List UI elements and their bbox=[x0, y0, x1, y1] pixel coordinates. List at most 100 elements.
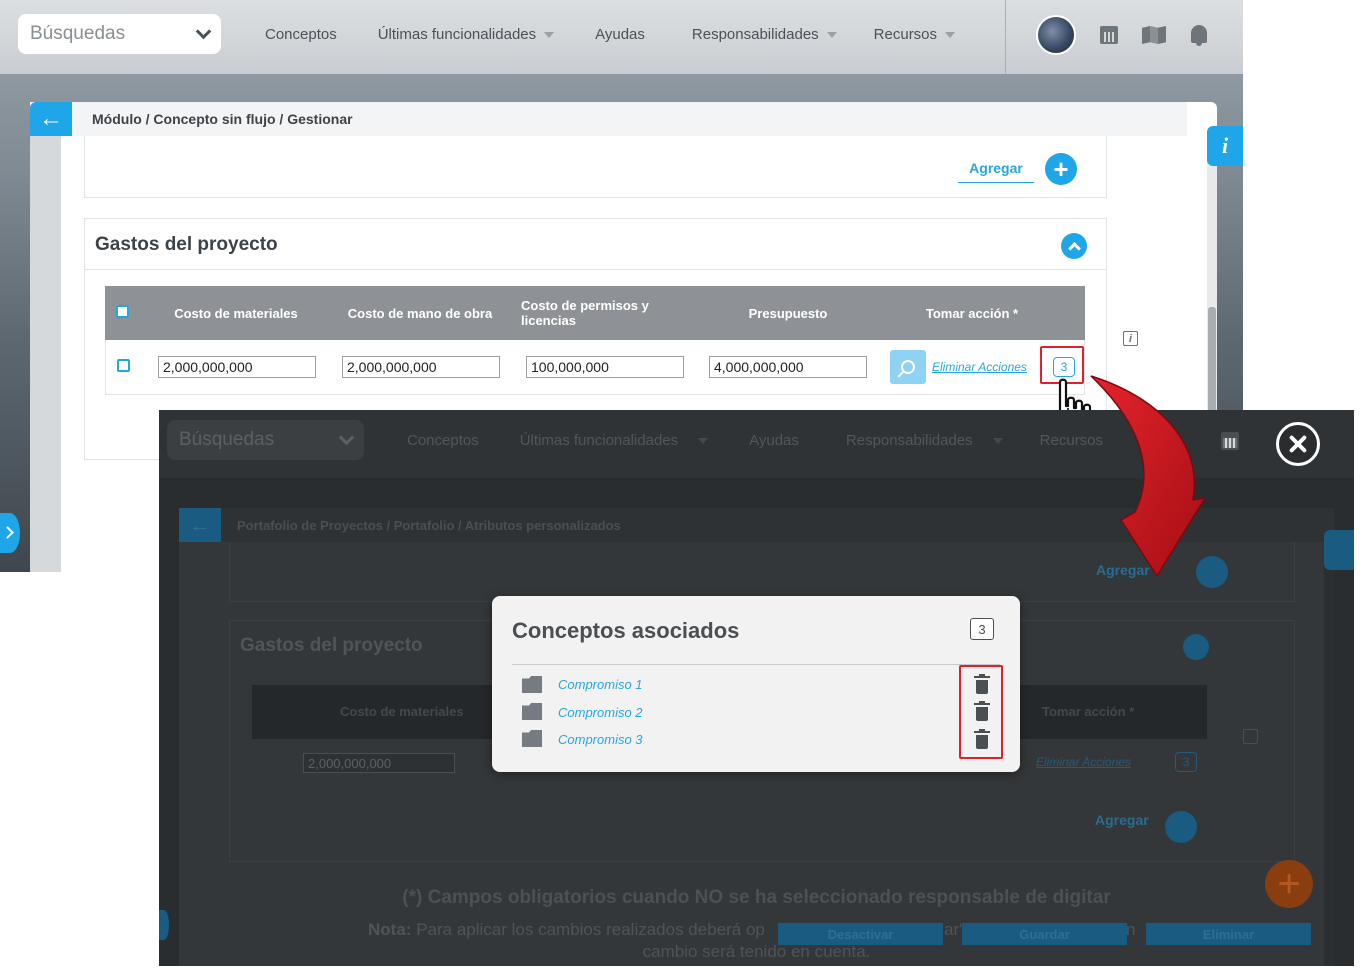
select-all-checkbox[interactable] bbox=[116, 305, 129, 318]
concepto-link-1[interactable]: Compromiso 1 bbox=[558, 677, 643, 692]
nav-label: Responsabilidades bbox=[691, 26, 819, 43]
caret-down-icon bbox=[826, 31, 837, 38]
chevron-up-icon bbox=[1067, 241, 1081, 255]
note-line-2: cambio será tenido en cuenta. bbox=[642, 942, 871, 961]
search-select-label: Búsquedas bbox=[30, 23, 126, 44]
costo-materiales-input[interactable]: 2,000,000,000 bbox=[158, 356, 316, 378]
nav-label: Responsabilidades bbox=[845, 432, 973, 449]
breadcrumb: Módulo / Concepto sin flujo / Gestionar bbox=[92, 111, 353, 127]
back-button[interactable]: ← bbox=[30, 102, 72, 136]
previous-panel: Agregar + bbox=[84, 136, 1107, 198]
header-costo-mano-obra: Costo de mano de obra bbox=[347, 305, 493, 321]
note-line: Nota: Para aplicar los cambios realizado… bbox=[368, 920, 765, 940]
user-avatar[interactable] bbox=[1036, 15, 1076, 55]
search-select-label: Búsquedas bbox=[179, 429, 275, 450]
breadcrumb: Portafolio de Proyectos / Portafolio / A… bbox=[237, 517, 621, 533]
breadcrumb-bar: ← Módulo / Concepto sin flujo / Gestiona… bbox=[30, 102, 1187, 136]
plus-icon: + bbox=[1053, 153, 1069, 184]
nav-label: Últimas funcionalidades bbox=[377, 26, 537, 43]
caret-down-icon bbox=[544, 31, 555, 38]
folder-icon bbox=[522, 730, 542, 747]
eliminar-acciones-link: Eliminar Acciones bbox=[1036, 755, 1131, 769]
header-costo-materiales: Costo de materiales bbox=[340, 704, 464, 719]
folder-icon bbox=[522, 676, 542, 693]
highlight-box bbox=[959, 665, 1003, 759]
presupuesto-input[interactable]: 4,000,000,000 bbox=[709, 356, 867, 378]
conceptos-asociados-modal: Conceptos asociados 3 Compromiso 1 Compr… bbox=[492, 596, 1020, 772]
info-tab[interactable]: i bbox=[1207, 126, 1243, 166]
nav-label: Recursos bbox=[873, 26, 938, 43]
note-label: Nota: bbox=[368, 920, 412, 939]
header-costo-permisos: Costo de permisos y licencias bbox=[521, 298, 649, 328]
costo-permisos-input[interactable]: 100,000,000 bbox=[526, 356, 684, 378]
nav-responsabilidades[interactable]: Responsabilidades bbox=[692, 26, 837, 43]
tutorial-composite: Búsquedas Conceptos Últimas funcionalida… bbox=[0, 0, 1362, 971]
table-row: 2,000,000,000 2,000,000,000 100,000,000 … bbox=[105, 340, 1085, 395]
required-note: (*) Campos obligatorios cuando NO se ha … bbox=[402, 887, 1111, 908]
modal-title: Conceptos asociados bbox=[512, 618, 740, 643]
caret-down-icon bbox=[945, 31, 956, 38]
map-icon[interactable] bbox=[1142, 26, 1166, 44]
side-expand-button[interactable] bbox=[0, 513, 20, 553]
calendar-icon[interactable] bbox=[1100, 26, 1118, 44]
arrow-left-icon: ← bbox=[179, 508, 221, 542]
concepto-link-3[interactable]: Compromiso 3 bbox=[558, 732, 643, 747]
lookup-button[interactable] bbox=[890, 350, 926, 384]
nav-label: Conceptos bbox=[407, 432, 479, 449]
close-icon[interactable] bbox=[1276, 422, 1320, 466]
concepto-link-2[interactable]: Compromiso 2 bbox=[558, 705, 643, 720]
nav-ultimas-funcionalidades[interactable]: Últimas funcionalidades bbox=[377, 26, 555, 43]
table-header: Costo de materiales Costo de mano de obr… bbox=[105, 286, 1085, 340]
dimmed-costo-materiales: 2,000,000,000 bbox=[303, 753, 455, 773]
folder-icon bbox=[522, 703, 542, 720]
delete-button: Eliminar bbox=[1146, 923, 1311, 945]
header-tomar-accion: Tomar acción * bbox=[1042, 704, 1135, 719]
info-icon[interactable]: i bbox=[1123, 331, 1138, 346]
red-arrow-icon bbox=[1090, 375, 1205, 578]
main-nav: Conceptos Últimas funcionalidades Ayudas… bbox=[265, 26, 956, 43]
modal-divider bbox=[512, 664, 1000, 665]
header-costo-materiales: Costo de materiales bbox=[174, 305, 298, 321]
section-title: Gastos del proyecto bbox=[240, 635, 423, 656]
nav-divider bbox=[1005, 0, 1006, 74]
magnifier-icon bbox=[901, 360, 915, 374]
caret-down-icon bbox=[698, 437, 709, 444]
arrow-left-icon: ← bbox=[39, 105, 63, 132]
costo-mano-obra-input[interactable]: 2,000,000,000 bbox=[342, 356, 500, 378]
nav-label: Ayudas bbox=[749, 432, 799, 449]
chevron-up-icon bbox=[1183, 634, 1209, 660]
collapse-button[interactable] bbox=[1061, 233, 1087, 259]
calendar-icon bbox=[1221, 432, 1239, 450]
nav-recursos[interactable]: Recursos bbox=[873, 26, 956, 43]
bell-icon[interactable] bbox=[1191, 25, 1207, 46]
chevron-down-icon bbox=[195, 23, 212, 39]
add-link[interactable]: Agregar bbox=[958, 160, 1034, 183]
nav-label: Últimas funcionalidades bbox=[519, 432, 679, 449]
nav-label: Conceptos bbox=[265, 26, 337, 43]
row-checkbox[interactable] bbox=[117, 359, 130, 372]
note-fragment: n bbox=[1126, 920, 1136, 939]
header-tomar-accion: Tomar acción * bbox=[925, 305, 1019, 321]
save-button: Guardar bbox=[962, 923, 1127, 945]
caret-down-icon bbox=[992, 437, 1003, 444]
dimmed-info-tab bbox=[1324, 530, 1354, 570]
dimmed-nav: Conceptos Últimas funcionalidades Ayudas… bbox=[407, 432, 1103, 449]
note-text: Para aplicar los cambios realizados debe… bbox=[416, 920, 765, 939]
search-select[interactable]: Búsquedas bbox=[18, 14, 221, 54]
chevron-down-icon bbox=[338, 429, 355, 445]
left-gutter bbox=[30, 136, 61, 572]
eliminar-acciones-link[interactable]: Eliminar Acciones bbox=[932, 360, 1027, 374]
modal-count-badge: 3 bbox=[970, 618, 994, 640]
header-presupuesto: Presupuesto bbox=[748, 305, 828, 321]
nav-label: Ayudas bbox=[595, 26, 645, 43]
top-navbar: Búsquedas Conceptos Últimas funcionalida… bbox=[0, 0, 1243, 74]
section-title: Gastos del proyecto bbox=[95, 234, 278, 255]
info-icon bbox=[1243, 729, 1258, 744]
panel-divider bbox=[85, 269, 1106, 270]
dimmed-side-expand bbox=[159, 910, 169, 940]
add-button[interactable]: + bbox=[1045, 153, 1077, 185]
nav-conceptos[interactable]: Conceptos bbox=[265, 26, 337, 43]
nav-ayudas[interactable]: Ayudas bbox=[595, 26, 645, 43]
add-link: Agregar bbox=[1095, 812, 1149, 828]
associated-count-badge: 3 bbox=[1175, 752, 1197, 772]
